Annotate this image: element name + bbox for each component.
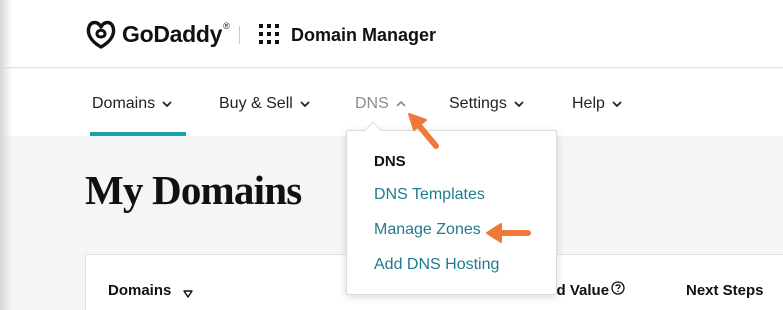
nav-dns[interactable]: DNS xyxy=(355,95,407,113)
menu-item-dns-templates[interactable]: DNS Templates xyxy=(374,186,485,204)
nav-buy-sell-label: Buy & Sell xyxy=(219,95,293,112)
nav-settings[interactable]: Settings xyxy=(449,95,525,113)
chevron-down-icon xyxy=(514,101,524,108)
sort-triangle-icon[interactable] xyxy=(183,289,194,299)
column-domains-label: Domains xyxy=(108,282,172,299)
column-next-steps-label: Next Steps xyxy=(686,282,764,299)
chevron-down-icon xyxy=(612,101,622,108)
chevron-down-icon xyxy=(162,101,172,108)
nav-buy-sell[interactable]: Buy & Sell xyxy=(219,95,311,113)
dns-menu-header: DNS xyxy=(374,153,406,170)
logo-text: GoDaddy® xyxy=(122,20,230,47)
menu-item-add-dns-hosting[interactable]: Add DNS Hosting xyxy=(374,256,499,274)
app-title: Domain Manager xyxy=(291,25,437,45)
column-next-steps: Next Steps xyxy=(686,282,764,299)
page-title: My Domains xyxy=(85,167,302,213)
grid-apps-icon[interactable] xyxy=(258,23,280,45)
chevron-down-icon xyxy=(300,101,310,108)
dns-dropdown-menu: DNS DNS Templates Manage Zones Add DNS H… xyxy=(346,121,557,295)
godaddy-logo-icon xyxy=(86,20,116,49)
top-bar: GoDaddy® Domain Manager xyxy=(0,0,783,68)
godaddy-logo[interactable]: GoDaddy® xyxy=(84,17,230,51)
nav-help-label: Help xyxy=(572,95,605,112)
main-nav: Domains Buy & Sell DNS Settings Help xyxy=(0,69,783,136)
active-tab-indicator xyxy=(90,132,186,136)
nav-help[interactable]: Help xyxy=(572,95,623,113)
annotation-arrow-icon xyxy=(486,223,531,243)
nav-domains[interactable]: Domains xyxy=(92,95,173,113)
annotation-arrow-icon xyxy=(408,113,439,149)
left-shadow xyxy=(0,0,12,310)
header-divider xyxy=(239,26,240,44)
nav-dns-label: DNS xyxy=(355,95,389,112)
page: GoDaddy® Domain Manager Domains Buy & Se… xyxy=(0,0,783,310)
nav-domains-label: Domains xyxy=(92,95,156,112)
menu-item-manage-zones[interactable]: Manage Zones xyxy=(374,221,481,239)
column-domains[interactable]: Domains xyxy=(108,282,194,299)
question-circle-icon[interactable] xyxy=(611,280,625,295)
nav-settings-label: Settings xyxy=(449,95,507,112)
